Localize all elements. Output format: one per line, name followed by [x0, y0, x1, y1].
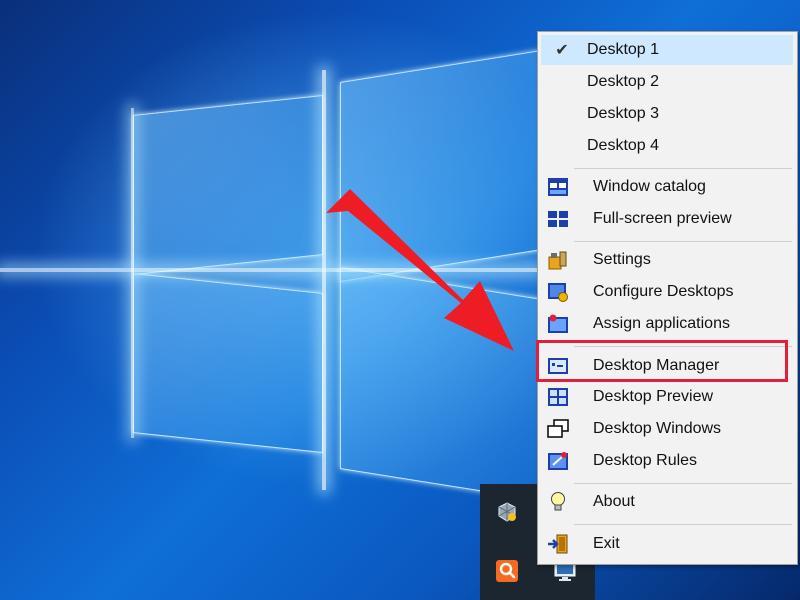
menu-item-label: Desktop Windows: [593, 420, 722, 437]
lightbulb-icon: [547, 491, 569, 513]
arrow-shape: [326, 189, 514, 351]
configure-desktops-icon: [547, 281, 569, 303]
window-catalog-icon: [547, 176, 569, 198]
desktop-windows-icon: [547, 418, 569, 440]
menu-separator: [574, 483, 792, 484]
menu-item-desktop-rules[interactable]: Desktop Rules: [541, 446, 793, 476]
menu-item-label: Assign applications: [593, 315, 730, 332]
menu-item-label: Settings: [593, 251, 651, 268]
tray-context-menu: ✔ Desktop 1 Desktop 2 Desktop 3 Desktop …: [537, 31, 798, 565]
menu-item-label: Desktop Preview: [593, 388, 714, 405]
assign-applications-icon: [547, 313, 569, 335]
menu-item-label: Desktop 1: [587, 41, 660, 58]
menu-item-configure-desktops[interactable]: Configure Desktops: [541, 277, 793, 307]
menu-item-exit[interactable]: Exit: [541, 529, 793, 559]
menu-item-label: Desktop 2: [587, 73, 660, 90]
menu-item-window-catalog[interactable]: Window catalog: [541, 172, 793, 202]
menu-item-fullscreen-preview[interactable]: Full-screen preview: [541, 204, 793, 234]
fullscreen-preview-icon: [547, 208, 569, 230]
desktop-preview-icon: [547, 386, 569, 408]
menu-separator: [574, 524, 792, 525]
menu-item-about[interactable]: About: [541, 487, 793, 517]
menu-item-desktop-windows[interactable]: Desktop Windows: [541, 414, 793, 444]
menu-item-desktop-3[interactable]: Desktop 3: [541, 99, 793, 129]
menu-item-desktop-preview[interactable]: Desktop Preview: [541, 382, 793, 412]
menu-item-label: About: [593, 493, 635, 510]
menu-separator: [574, 241, 792, 242]
desktop-manager-highlight-frame: [536, 340, 788, 382]
desktop-rules-icon: [547, 450, 569, 472]
exit-door-icon: [547, 533, 569, 555]
menu-item-label: Full-screen preview: [593, 210, 732, 227]
menu-item-label: Window catalog: [593, 178, 706, 195]
menu-item-settings[interactable]: Settings: [541, 245, 793, 275]
menu-item-desktop-2[interactable]: Desktop 2: [541, 67, 793, 97]
settings-icon: [547, 249, 569, 271]
menu-item-label: Desktop 3: [587, 105, 660, 122]
menu-item-label: Desktop Rules: [593, 452, 698, 469]
checkmark-icon: ✔: [555, 42, 569, 59]
menu-item-desktop-4[interactable]: Desktop 4: [541, 131, 793, 161]
menu-item-label: Desktop 4: [587, 137, 660, 154]
menu-item-label: Exit: [593, 535, 620, 552]
menu-separator: [574, 168, 792, 169]
menu-item-label: Configure Desktops: [593, 283, 734, 300]
menu-item-desktop-1[interactable]: ✔ Desktop 1: [541, 35, 793, 65]
menu-item-assign-applications[interactable]: Assign applications: [541, 309, 793, 339]
